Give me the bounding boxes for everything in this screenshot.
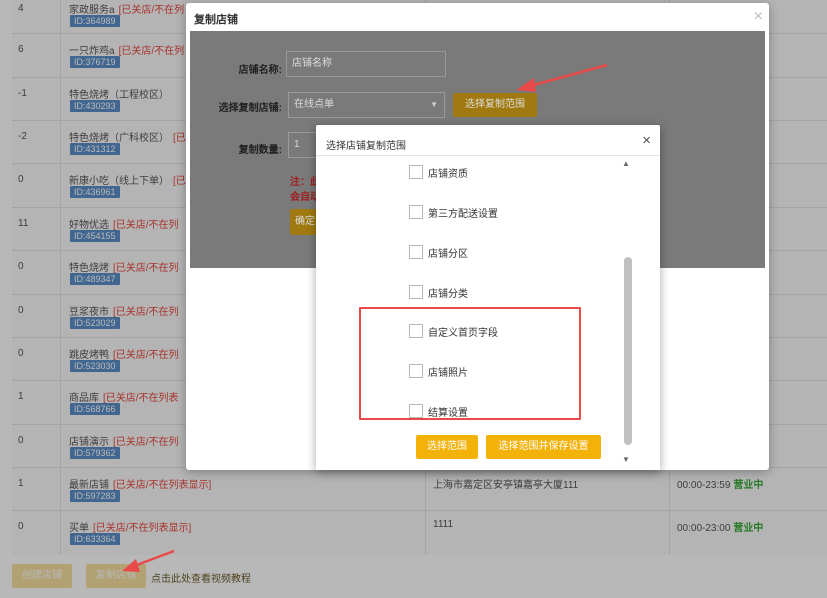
option-label: 店铺资质 xyxy=(428,169,468,180)
select-range-confirm-button[interactable]: 选择范围 xyxy=(416,435,478,459)
dialog-close-icon[interactable]: × xyxy=(754,8,763,26)
range-dialog-close-icon[interactable]: × xyxy=(642,132,651,149)
checkbox[interactable] xyxy=(409,245,423,259)
chevron-down-icon: ▼ xyxy=(430,100,438,109)
copy-range-dialog: 选择店铺复制范围 × 店铺资质 第三方配送设置 店铺分区 店铺分类 自定义首页字… xyxy=(316,125,660,470)
scrollbar[interactable]: ▲ ▼ xyxy=(622,159,632,465)
select-store-value: 在线点单 xyxy=(294,99,334,110)
divider xyxy=(316,155,660,156)
store-name-label: 店铺名称: xyxy=(238,65,282,76)
option-label: 第三方配送设置 xyxy=(428,209,498,220)
highlight-box xyxy=(359,307,581,420)
scroll-down-icon[interactable]: ▼ xyxy=(622,455,630,464)
checkbox[interactable] xyxy=(409,205,423,219)
copy-count-label: 复制数量: xyxy=(238,145,282,156)
annotation-arrow-icon xyxy=(122,549,175,572)
dialog-title: 复制店铺 xyxy=(194,14,238,26)
option-label: 店铺分类 xyxy=(428,289,468,300)
range-dialog-title: 选择店铺复制范围 xyxy=(326,141,406,152)
option-label: 店铺分区 xyxy=(428,249,468,260)
select-store-dropdown[interactable]: 在线点单 ▼ xyxy=(288,92,445,118)
annotation-arrow-icon xyxy=(516,63,608,92)
copy-count-input[interactable]: 1 xyxy=(288,132,318,158)
scrollbar-thumb[interactable] xyxy=(624,257,632,445)
select-range-button[interactable]: 选择复制范围 xyxy=(453,93,537,117)
select-store-label: 选择复制店铺: xyxy=(218,103,282,114)
checkbox[interactable] xyxy=(409,285,423,299)
select-range-save-button[interactable]: 选择范围并保存设置 xyxy=(486,435,601,459)
checkbox[interactable] xyxy=(409,165,423,179)
scroll-up-icon[interactable]: ▲ xyxy=(622,159,630,168)
store-name-input[interactable]: 店铺名称 xyxy=(286,51,446,77)
